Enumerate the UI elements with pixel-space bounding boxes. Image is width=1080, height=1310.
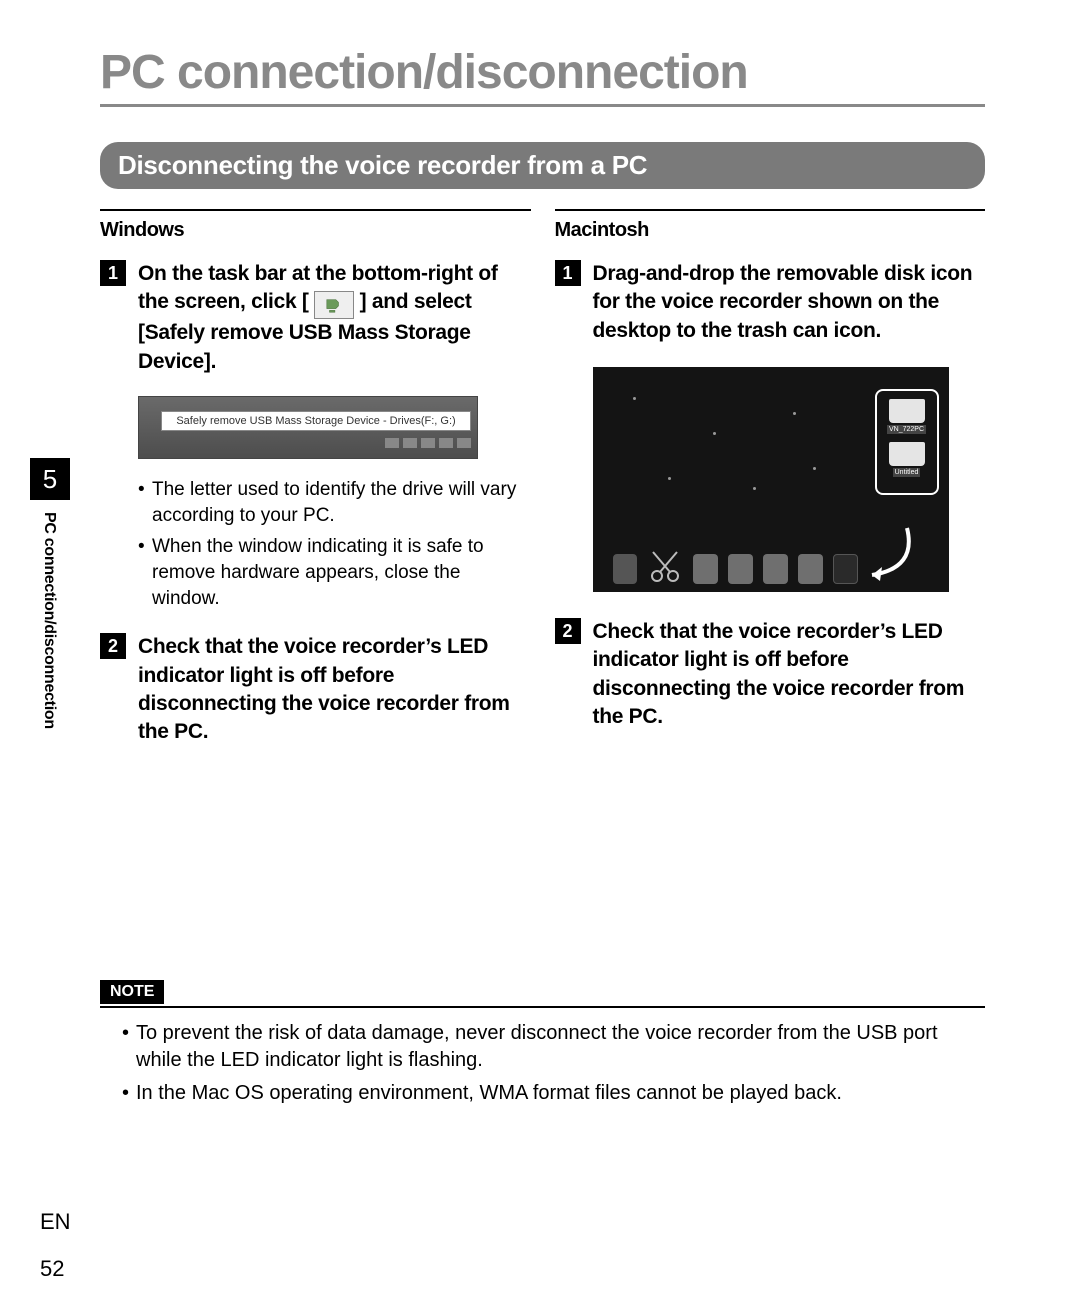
list-item: When the window indicating it is safe to… xyxy=(138,534,531,611)
list-item: To prevent the risk of data damage, neve… xyxy=(122,1020,985,1074)
note-block: NOTE To prevent the risk of data damage,… xyxy=(100,980,985,1107)
dock-folder-icon xyxy=(763,554,788,584)
safely-remove-hardware-icon xyxy=(314,291,354,319)
step-text: On the task bar at the bottom-right of t… xyxy=(138,260,531,376)
windows-step-1: 1 On the task bar at the bottom-right of… xyxy=(100,260,531,376)
column-rule xyxy=(555,209,986,211)
step-text: Drag-and-drop the removable disk icon fo… xyxy=(593,260,986,345)
dock-finder-icon xyxy=(613,554,638,584)
note-label: NOTE xyxy=(100,980,164,1004)
step-text: Check that the voice recorder’s LED indi… xyxy=(138,633,531,746)
mac-step-1: 1 Drag-and-drop the removable disk icon … xyxy=(555,260,986,345)
drag-arrow-icon xyxy=(857,523,917,588)
drive-icon xyxy=(889,442,925,466)
windows-column: Windows 1 On the task bar at the bottom-… xyxy=(100,209,531,765)
windows-tray-screenshot: Safely remove USB Mass Storage Device - … xyxy=(138,396,478,459)
dock-trash-icon xyxy=(833,554,858,584)
chapter-number-badge: 5 xyxy=(30,458,70,500)
removable-disk-vn722pc: VN_722PC xyxy=(881,399,933,434)
section-banner: Disconnecting the voice recorder from a … xyxy=(100,142,985,189)
mac-step-2: 2 Check that the voice recorder’s LED in… xyxy=(555,618,986,731)
note-rule xyxy=(100,1006,985,1008)
step-number-badge: 2 xyxy=(100,633,126,659)
mac-desktop-screenshot: VN_722PC Untitled xyxy=(593,367,949,592)
title-rule xyxy=(100,104,985,107)
os-label-mac: Macintosh xyxy=(555,219,986,242)
list-item: The letter used to identify the drive wi… xyxy=(138,477,531,528)
dock-folder-icon xyxy=(728,554,753,584)
note-bullets-list: To prevent the risk of data damage, neve… xyxy=(122,1020,985,1107)
step-text: Check that the voice recorder’s LED indi… xyxy=(593,618,986,731)
windows-step-2: 2 Check that the voice recorder’s LED in… xyxy=(100,633,531,746)
mac-dock xyxy=(613,542,859,584)
windows-notes-list: The letter used to identify the drive wi… xyxy=(138,477,531,611)
list-item: In the Mac OS operating environment, WMA… xyxy=(122,1080,985,1107)
footer-page-number: 52 xyxy=(40,1256,64,1282)
removable-disk-untitled: Untitled xyxy=(881,442,933,477)
step-number-badge: 2 xyxy=(555,618,581,644)
drive-icon xyxy=(889,399,925,423)
dock-folder-icon xyxy=(798,554,823,584)
chapter-side-tab: 5 PC connection/disconnection xyxy=(30,458,70,729)
column-rule xyxy=(100,209,531,211)
side-tab-text: PC connection/disconnection xyxy=(40,512,58,729)
os-label-windows: Windows xyxy=(100,219,531,242)
text-fragment: Safely remove USB Mass Storage Device xyxy=(138,321,471,372)
footer-language: EN xyxy=(40,1209,71,1235)
drive-panel: VN_722PC Untitled xyxy=(875,389,939,495)
drive-label: Untitled xyxy=(893,468,921,477)
scissors-icon xyxy=(647,548,683,584)
step-number-badge: 1 xyxy=(555,260,581,286)
balloon-tooltip: Safely remove USB Mass Storage Device - … xyxy=(161,411,471,431)
text-fragment: ]. xyxy=(204,350,216,373)
dock-folder-icon xyxy=(693,554,718,584)
page-title: PC connection/disconnection xyxy=(100,45,985,100)
mac-column: Macintosh 1 Drag-and-drop the removable … xyxy=(555,209,986,765)
drive-label: VN_722PC xyxy=(887,425,926,434)
taskbar-icons xyxy=(161,438,471,450)
step-number-badge: 1 xyxy=(100,260,126,286)
